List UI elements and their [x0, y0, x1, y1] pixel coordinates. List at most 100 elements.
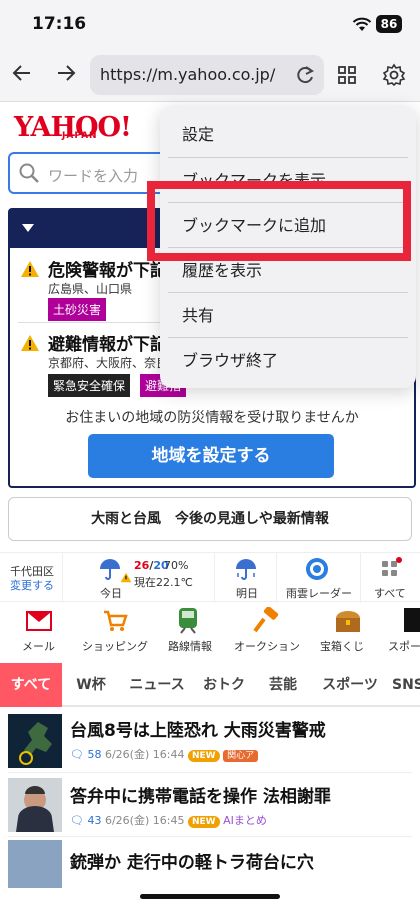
tab-all[interactable]: すべて: [0, 663, 62, 707]
rain-icon: [236, 559, 256, 580]
service-mail[interactable]: メール: [0, 604, 76, 660]
treasure-chest-icon: [336, 611, 360, 632]
change-location-link[interactable]: 変更する: [10, 577, 54, 593]
new-badge: NEW: [187, 816, 220, 828]
gavel-icon: [253, 607, 279, 633]
tab-entertainment[interactable]: 芸能: [254, 663, 312, 707]
divider: [8, 836, 412, 837]
alert-prompt: お住まいの地域の防災情報を受け取りませんか: [65, 410, 359, 426]
collapse-triangle-icon[interactable]: [22, 224, 34, 232]
service-label: 宝箱くじ: [320, 640, 364, 653]
service-sports[interactable]: スポー: [388, 604, 420, 660]
rain-radar-label[interactable]: 雨雲レーダー: [286, 585, 352, 601]
reload-icon[interactable]: [294, 63, 316, 87]
rain-chance: 70%: [164, 559, 189, 572]
service-transit[interactable]: 路線情報: [152, 604, 224, 660]
alert-regions: 広島県、山口県: [48, 282, 133, 296]
ai-summary-badge: AIまとめ: [223, 814, 267, 827]
radar-icon: [306, 558, 328, 580]
divider: [360, 553, 361, 603]
weather-news-link[interactable]: 大雨と台風 今後の見通しや最新情報: [8, 497, 412, 541]
typhoon-map-thumbnail: [19, 722, 52, 765]
shopping-cart-icon: [104, 610, 128, 631]
news-item[interactable]: 台風8号は上陸恐れ 大雨災害警戒 🗨 58 6/26(金) 16:44 NEW …: [0, 712, 420, 774]
weather-tomorrow-label[interactable]: 明日: [236, 585, 258, 601]
comment-count: 58: [87, 748, 102, 761]
current-temp: 現在22.1℃: [134, 576, 193, 589]
service-label: メール: [22, 640, 55, 653]
comment-icon: 🗨: [70, 814, 84, 827]
news-title: 台風8号は上陸恐れ 大雨災害警戒: [70, 721, 326, 741]
service-auction[interactable]: オークション: [224, 604, 308, 660]
tab-deals[interactable]: おトク: [194, 663, 254, 707]
tab-news[interactable]: ニュース: [120, 663, 194, 707]
weather-strip: 千代田区 変更する 今日 26/20 70% 現在22.1℃ 明日 雨雲レーダー…: [0, 552, 420, 603]
set-region-button[interactable]: 地域を設定する: [88, 434, 334, 478]
url-bar[interactable]: https://m.yahoo.co.jp/: [90, 55, 324, 95]
news-title: 答弁中に携帯電話を操作 法相謝罪: [70, 787, 331, 807]
temp-high: 26: [134, 559, 150, 572]
services-row: メール ショッピング 路線情報 オークション 宝箱くじ スポー: [0, 604, 420, 660]
divider: [214, 553, 215, 603]
service-label: 路線情報: [168, 640, 212, 653]
news-item[interactable]: 答弁中に携帯電話を操作 法相謝罪 🗨 43 6/26(金) 16:45 NEW …: [0, 776, 420, 838]
battery-indicator: 86: [376, 15, 402, 33]
service-shopping[interactable]: ショッピング: [76, 604, 152, 660]
warning-icon: [120, 572, 132, 583]
sports-icon: [404, 608, 420, 632]
alert-tag: 土砂災害: [48, 298, 107, 321]
all-services-label[interactable]: すべて: [374, 585, 406, 601]
service-label: オークション: [234, 640, 300, 653]
arrow-right-icon: [58, 65, 76, 81]
status-time: 17:16: [32, 14, 87, 34]
interest-badge: 関心ア: [223, 750, 259, 762]
tab-worldcup[interactable]: W杯: [62, 663, 120, 707]
browser-toolbar: https://m.yahoo.co.jp/: [0, 50, 420, 102]
service-lottery[interactable]: 宝箱くじ: [308, 604, 388, 660]
wifi-icon: [352, 17, 372, 31]
news-item[interactable]: 銃弾か 走行中の軽トラ荷台に穴: [0, 840, 420, 890]
divider: [276, 553, 277, 603]
all-services-icon: [382, 557, 402, 576]
menu-item-settings[interactable]: 設定: [160, 112, 416, 157]
warning-icon: [21, 335, 39, 351]
service-label: ショッピング: [82, 640, 148, 653]
forward-button[interactable]: [52, 62, 80, 90]
alert-tag: 緊急安全確保: [48, 374, 131, 397]
new-badge: NEW: [187, 750, 220, 762]
comment-icon: 🗨: [70, 748, 84, 761]
alert-regions: 京都府、大阪府、奈良: [48, 356, 169, 370]
news-title: 銃弾か 走行中の軽トラ荷台に穴: [70, 853, 314, 873]
highlight-frame: [147, 181, 411, 261]
menu-item-close-browser[interactable]: ブラウザ終了: [160, 338, 416, 383]
menu-item-share[interactable]: 共有: [160, 293, 416, 338]
search-icon: [19, 163, 39, 183]
news-thumbnail: [8, 714, 62, 768]
yahoo-logo-sub: JAPAN: [62, 131, 98, 141]
news-thumbnail: [8, 840, 62, 888]
gear-icon[interactable]: [382, 63, 406, 87]
warning-icon: [21, 261, 39, 277]
news-date: 6/26(金) 16:45: [104, 814, 185, 827]
news-thumbnail: [8, 778, 62, 832]
back-button[interactable]: [8, 62, 36, 90]
divider: [62, 553, 63, 603]
status-bar: 17:16 86: [0, 0, 420, 50]
home-indicator: [140, 894, 280, 899]
tabs-grid-icon[interactable]: [337, 65, 357, 85]
mail-icon: [26, 611, 52, 631]
alert-title: 避難情報が下記: [48, 335, 167, 355]
url-text: https://m.yahoo.co.jp/: [100, 65, 276, 84]
tab-sports[interactable]: スポーツ: [312, 663, 388, 707]
news-tabs: すべて W杯 ニュース おトク 芸能 スポーツ SNS: [0, 663, 420, 707]
weather-today-label: 今日: [100, 587, 122, 600]
search-placeholder: ワードを入力: [48, 167, 139, 185]
train-icon: [179, 608, 197, 634]
tab-sns[interactable]: SNS: [388, 663, 420, 707]
news-date: 6/26(金) 16:44: [104, 748, 185, 761]
divider: [8, 772, 412, 773]
person-photo-thumbnail: [16, 786, 54, 832]
arrow-left-icon: [12, 65, 30, 81]
service-label: スポー: [388, 640, 420, 653]
comment-count: 43: [87, 814, 102, 827]
